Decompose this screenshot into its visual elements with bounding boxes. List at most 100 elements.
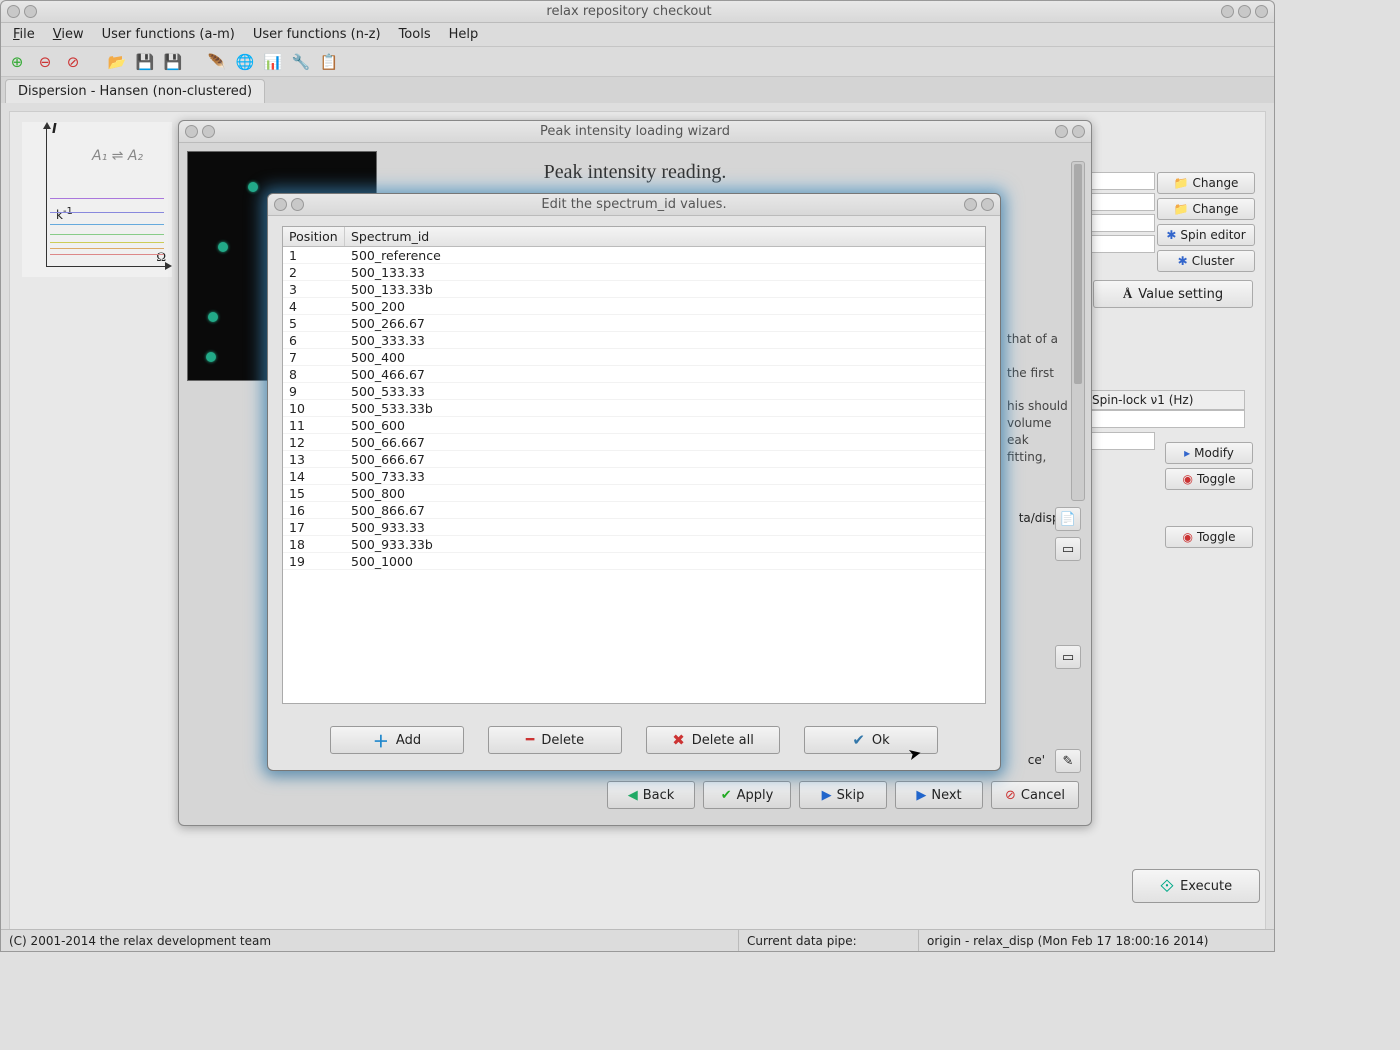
table-row[interactable]: 15500_800 bbox=[283, 485, 985, 502]
edit-dialog: Edit the spectrum_id values. Position Sp… bbox=[267, 193, 1001, 771]
table-row[interactable]: 10500_533.33b bbox=[283, 400, 985, 417]
status-pipe-label: Current data pipe: bbox=[739, 930, 919, 951]
table-row[interactable]: 9500_533.33 bbox=[283, 383, 985, 400]
spectrum-table: Position Spectrum_id 1500_reference2500_… bbox=[282, 226, 986, 704]
table-row[interactable]: 2500_133.33 bbox=[283, 264, 985, 281]
open-icon[interactable]: 📂 bbox=[107, 52, 127, 72]
save-icon[interactable]: 💾 bbox=[135, 52, 155, 72]
wizard-titlebar: Peak intensity loading wizard bbox=[179, 121, 1091, 143]
tab-dispersion[interactable]: Dispersion - Hansen (non-clustered) bbox=[5, 79, 265, 103]
change-button-2[interactable]: 📁Change bbox=[1157, 198, 1255, 220]
results-icon[interactable]: 📋 bbox=[319, 52, 339, 72]
ok-button[interactable]: ✔Ok bbox=[804, 726, 938, 754]
cell-position: 11 bbox=[283, 418, 345, 433]
menu-uf-nz[interactable]: User functions (n-z) bbox=[245, 25, 389, 44]
statusbar: (C) 2001-2014 the relax development team… bbox=[1, 929, 1274, 951]
saveas-icon[interactable]: 💾 bbox=[163, 52, 183, 72]
col-spectrum-id[interactable]: Spectrum_id bbox=[345, 227, 985, 246]
menu-view[interactable]: View bbox=[45, 25, 92, 44]
apply-button[interactable]: ✔Apply bbox=[703, 781, 791, 809]
bg-inputs bbox=[1085, 172, 1155, 253]
table-row[interactable]: 18500_933.33b bbox=[283, 536, 985, 553]
table-row[interactable]: 8500_466.67 bbox=[283, 366, 985, 383]
table-row[interactable]: 16500_866.67 bbox=[283, 502, 985, 519]
modify-button[interactable]: ▸Modify bbox=[1165, 442, 1253, 464]
new-icon[interactable]: ⊕ bbox=[7, 52, 27, 72]
delete-all-button[interactable]: ✖Delete all bbox=[646, 726, 780, 754]
table-row[interactable]: 14500_733.33 bbox=[283, 468, 985, 485]
pipe-icon[interactable]: 🔧 bbox=[291, 52, 311, 72]
toggle-button-1[interactable]: ◉Toggle bbox=[1165, 468, 1253, 490]
table-row[interactable]: 19500_1000 bbox=[283, 553, 985, 570]
cell-position: 7 bbox=[283, 350, 345, 365]
table-row[interactable]: 3500_133.33b bbox=[283, 281, 985, 298]
edit-menu-icon[interactable] bbox=[274, 198, 287, 211]
value-setting-button[interactable]: ÅValue setting bbox=[1093, 280, 1253, 308]
toggle-button-2[interactable]: ◉Toggle bbox=[1165, 526, 1253, 548]
add-button[interactable]: ＋Add bbox=[330, 726, 464, 754]
side-panel: 📁Change 📁Change ✱Spin editor ✱Cluster bbox=[1157, 172, 1255, 272]
table-row[interactable]: 7500_400 bbox=[283, 349, 985, 366]
maximize-icon[interactable] bbox=[1238, 5, 1251, 18]
menu-uf-am[interactable]: User functions (a-m) bbox=[94, 25, 243, 44]
table-row[interactable]: 4500_200 bbox=[283, 298, 985, 315]
table-row[interactable]: 5500_266.67 bbox=[283, 315, 985, 332]
table-header: Position Spectrum_id bbox=[283, 227, 985, 247]
edit-dot-icon bbox=[291, 198, 304, 211]
wiz-edit-icon-1[interactable]: ▭ bbox=[1055, 537, 1081, 561]
edit-min-icon[interactable] bbox=[964, 198, 977, 211]
wizard-menu-icon[interactable] bbox=[185, 125, 198, 138]
cell-spectrum-id: 500_866.67 bbox=[345, 503, 985, 518]
cell-position: 14 bbox=[283, 469, 345, 484]
table-row[interactable]: 17500_933.33 bbox=[283, 519, 985, 536]
table-row[interactable]: 12500_66.667 bbox=[283, 434, 985, 451]
cell-spectrum-id: 500_133.33 bbox=[345, 265, 985, 280]
tabbar: Dispersion - Hansen (non-clustered) bbox=[1, 77, 1274, 103]
spinlock-input[interactable] bbox=[1085, 410, 1245, 428]
table-row[interactable]: 1500_reference bbox=[283, 247, 985, 264]
cancel-button[interactable]: ⊘Cancel bbox=[991, 781, 1079, 809]
toolbar: ⊕ ⊖ ⊘ 📂 💾 💾 🪶 🌐 📊 🔧 📋 bbox=[1, 47, 1274, 77]
cluster-button[interactable]: ✱Cluster bbox=[1157, 250, 1255, 272]
menu-help[interactable]: Help bbox=[441, 25, 487, 44]
table-row[interactable]: 11500_600 bbox=[283, 417, 985, 434]
edit-close-icon[interactable] bbox=[981, 198, 994, 211]
skip-button[interactable]: ▶Skip bbox=[799, 781, 887, 809]
change-button-1[interactable]: 📁Change bbox=[1157, 172, 1255, 194]
menu-file[interactable]: File bbox=[5, 25, 43, 44]
edit-title: Edit the spectrum_id values. bbox=[304, 197, 964, 212]
cell-spectrum-id: 500_533.33b bbox=[345, 401, 985, 416]
wizard-close-icon[interactable] bbox=[1072, 125, 1085, 138]
cell-position: 3 bbox=[283, 282, 345, 297]
close-icon[interactable] bbox=[1255, 5, 1268, 18]
col-position[interactable]: Position bbox=[283, 227, 345, 246]
back-button[interactable]: ◀Back bbox=[607, 781, 695, 809]
wiz-browse-icon[interactable]: 📄 bbox=[1055, 507, 1081, 531]
execute-button[interactable]: ⟐ Execute bbox=[1132, 869, 1260, 903]
relax-icon[interactable]: 🪶 bbox=[207, 52, 227, 72]
spin-editor-button[interactable]: ✱Spin editor bbox=[1157, 224, 1255, 246]
table-row[interactable]: 6500_333.33 bbox=[283, 332, 985, 349]
cell-position: 15 bbox=[283, 486, 345, 501]
cell-position: 12 bbox=[283, 435, 345, 450]
window-menu-icon[interactable] bbox=[7, 5, 20, 18]
cell-spectrum-id: 500_800 bbox=[345, 486, 985, 501]
cell-spectrum-id: 500_933.33 bbox=[345, 520, 985, 535]
close-doc-icon[interactable]: ⊖ bbox=[35, 52, 55, 72]
wiz-edit-icon-3[interactable]: ✎ bbox=[1055, 749, 1081, 773]
cell-position: 10 bbox=[283, 401, 345, 416]
cell-spectrum-id: 500_1000 bbox=[345, 554, 985, 569]
table-body[interactable]: 1500_reference2500_133.333500_133.33b450… bbox=[283, 247, 985, 570]
bg-inputs-2 bbox=[1085, 432, 1155, 450]
next-button[interactable]: ▶Next bbox=[895, 781, 983, 809]
globe-icon[interactable]: 🌐 bbox=[235, 52, 255, 72]
chart-icon[interactable]: 📊 bbox=[263, 52, 283, 72]
menu-tools[interactable]: Tools bbox=[391, 25, 439, 44]
wiz-edit-icon-2[interactable]: ▭ bbox=[1055, 645, 1081, 669]
spinlock-label: Spin-lock ν1 (Hz) bbox=[1085, 390, 1245, 410]
table-row[interactable]: 13500_666.67 bbox=[283, 451, 985, 468]
cancel-icon[interactable]: ⊘ bbox=[63, 52, 83, 72]
minimize-icon[interactable] bbox=[1221, 5, 1234, 18]
delete-button[interactable]: ━Delete bbox=[488, 726, 622, 754]
wizard-min-icon[interactable] bbox=[1055, 125, 1068, 138]
